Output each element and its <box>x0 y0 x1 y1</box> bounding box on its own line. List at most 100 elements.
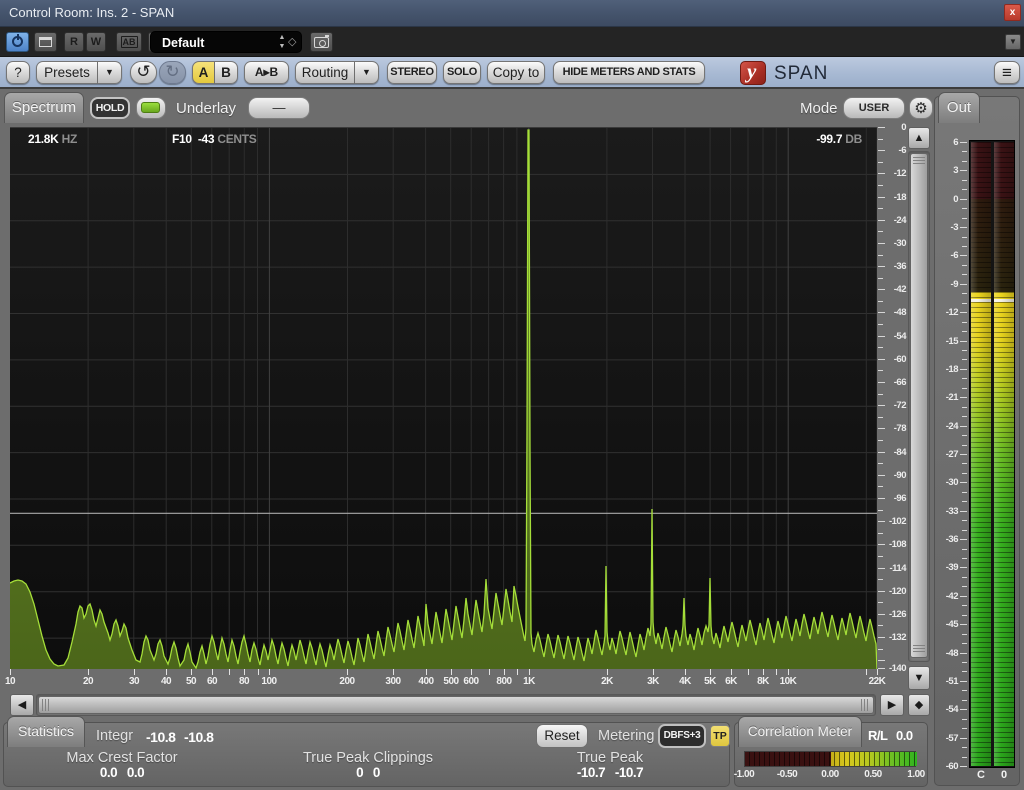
freq-label: 200 <box>339 676 355 687</box>
out-meter-tick <box>962 407 967 408</box>
true-peak-button[interactable]: TP <box>710 725 730 747</box>
routing-button[interactable]: Routing <box>295 61 355 84</box>
db-label: -132 <box>888 632 907 643</box>
cursor-level-readout: -99.7 DB <box>816 132 862 146</box>
plugin-toolbar: ? Presets ▼ ↺ ↻ A B A▸B Routing ▼ STEREO… <box>0 57 1024 89</box>
out-meter-label: -21 <box>945 392 959 403</box>
integr-value-right: -10.8 <box>184 729 214 745</box>
copy-a-to-b-button[interactable]: A▸B <box>244 61 289 84</box>
out-meter-label: -18 <box>945 364 959 375</box>
zoom-reset-button[interactable]: ◆ <box>908 694 930 716</box>
out-meter-tick <box>960 284 967 285</box>
hold-button[interactable]: HOLD <box>90 97 130 119</box>
out-meter-tick <box>962 416 967 417</box>
bypass-power-button[interactable] <box>6 32 29 52</box>
scroll-up-button[interactable]: ▲ <box>908 127 930 149</box>
green-led-icon <box>141 102 160 113</box>
out-meter-tick <box>962 463 967 464</box>
tab-out[interactable]: Out <box>938 92 980 123</box>
copy-to-button[interactable]: Copy to <box>487 61 545 84</box>
slot-a-button[interactable]: A <box>192 61 215 84</box>
out-meter-tick <box>962 586 967 587</box>
settings-gear-button[interactable]: ⚙ <box>909 97 933 119</box>
freq-label: 22K <box>868 676 886 687</box>
host-plugin-row: R W AB Default ▲ ▼ ◇ ▼ <box>0 27 1024 57</box>
redo-button[interactable]: ↻ <box>159 61 186 84</box>
ab-compare-button[interactable]: AB <box>116 32 142 52</box>
db-tick <box>878 208 883 209</box>
tab-correlation-meter[interactable]: Correlation Meter <box>738 716 862 747</box>
write-automation-button[interactable]: W <box>86 32 106 52</box>
v-scroll-thumb[interactable] <box>910 153 928 658</box>
out-meter-tick <box>962 303 967 304</box>
freq-tick <box>471 669 472 675</box>
out-meter-tick <box>962 520 967 521</box>
spectrum-display[interactable]: 21.8K HZ F10 -43 CENTS -99.7 DB <box>10 127 877 669</box>
underlay-select[interactable]: — <box>248 97 310 119</box>
thumb-grip <box>913 645 925 654</box>
correlation-scale-label: 0.00 <box>821 769 839 780</box>
out-meter-label: -60 <box>945 761 959 772</box>
db-label: -140 <box>888 663 907 674</box>
freq-label: 30 <box>128 676 140 687</box>
integr-label: Integr <box>96 728 134 744</box>
presets-dropdown[interactable]: ▼ <box>98 61 122 84</box>
meter-footer-left[interactable]: C <box>971 769 991 781</box>
reset-button[interactable]: Reset <box>536 724 588 748</box>
undo-button[interactable]: ↺ <box>130 61 157 84</box>
tab-spectrum[interactable]: Spectrum <box>4 92 84 123</box>
db-tick <box>878 579 883 580</box>
stereo-button[interactable]: STEREO <box>387 61 437 84</box>
scroll-left-button[interactable]: ◀ <box>10 694 34 716</box>
span-plugin-window: Control Room: Ins. 2 - SPAN x R W AB Def… <box>0 0 1024 790</box>
preset-spinner[interactable]: ▲ ▼ <box>277 33 287 51</box>
db-label: 0 <box>901 122 906 133</box>
snapshot-camera-button[interactable] <box>310 32 333 52</box>
routing-dropdown[interactable]: ▼ <box>355 61 379 84</box>
spectrum-enable-toggle[interactable] <box>136 97 166 119</box>
out-meter-tick <box>962 634 967 635</box>
tab-statistics[interactable]: Statistics <box>7 716 85 747</box>
out-meter-tick <box>962 208 967 209</box>
freq-label: 20 <box>82 676 94 687</box>
scroll-down-button[interactable]: ▼ <box>908 666 930 690</box>
editor-button[interactable] <box>34 32 57 52</box>
out-meter-tick <box>962 671 967 672</box>
freq-label: 6K <box>725 676 737 687</box>
out-meter-tick <box>962 265 967 266</box>
presets-button[interactable]: Presets <box>36 61 98 84</box>
metering-mode-button[interactable]: DBFS+3 <box>658 724 706 748</box>
scroll-right-button[interactable]: ▶ <box>880 694 904 716</box>
mode-select[interactable]: USER <box>843 97 905 119</box>
preset-diamond-icon[interactable]: ◇ <box>288 35 296 48</box>
freq-tick <box>244 669 245 675</box>
freq-tick <box>258 669 259 675</box>
h-scroll-thumb[interactable] <box>38 696 874 714</box>
out-meter-tick <box>962 388 967 389</box>
out-meter-tick <box>962 473 967 474</box>
out-meter-tick <box>962 558 967 559</box>
db-tick <box>878 278 883 279</box>
solo-button[interactable]: SOLO <box>443 61 481 84</box>
out-meter-tick <box>962 700 967 701</box>
db-label: -108 <box>888 539 907 550</box>
help-button[interactable]: ? <box>6 61 30 84</box>
db-label: -30 <box>893 238 907 249</box>
out-meter-tick <box>962 322 967 323</box>
freq-tick <box>134 669 135 675</box>
slot-b-button[interactable]: B <box>215 61 238 84</box>
out-meter-tick <box>962 293 967 294</box>
close-button[interactable]: x <box>1004 4 1021 21</box>
correlation-scale-label: 0.50 <box>864 769 882 780</box>
db-tick <box>878 394 883 395</box>
read-automation-button[interactable]: R <box>64 32 84 52</box>
preset-combo[interactable]: Default ▲ ▼ ◇ <box>150 31 302 53</box>
db-tick <box>878 463 883 464</box>
host-dropdown-button[interactable]: ▼ <box>1005 34 1021 50</box>
global-menu-button[interactable]: ≡ <box>994 61 1020 84</box>
window-title: Control Room: Ins. 2 - SPAN <box>9 5 175 20</box>
hide-meters-button[interactable]: HIDE METERS AND STATS <box>553 61 705 84</box>
title-bar[interactable]: Control Room: Ins. 2 - SPAN x <box>0 0 1024 27</box>
out-meter-label: -9 <box>950 279 959 290</box>
out-meter-label: -48 <box>945 648 959 659</box>
